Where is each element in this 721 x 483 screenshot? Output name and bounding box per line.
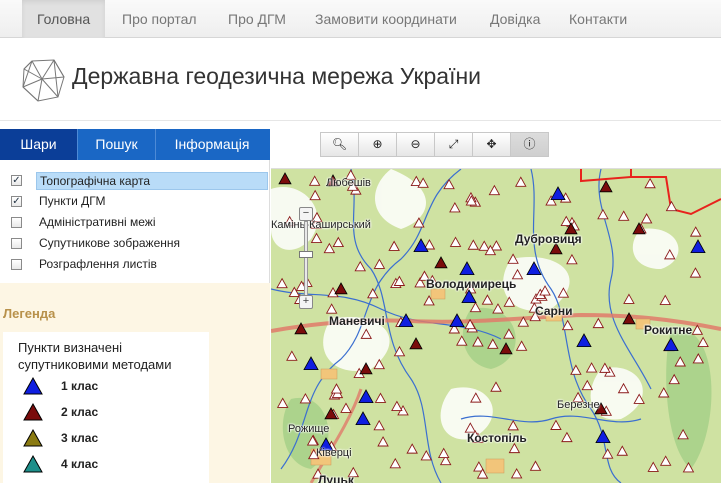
zoom-in-button[interactable]: ⊕ [358, 132, 397, 157]
expand-icon: ⤢ [448, 137, 459, 151]
pan-button[interactable]: ✥ [472, 132, 511, 157]
place-label: Рожище [288, 423, 330, 435]
zoom-handle[interactable] [299, 251, 313, 258]
legend-title: Легенда [3, 306, 56, 321]
layer-item-sheet-grid: Розграфлення листів [0, 254, 270, 275]
nav-order-coordinates[interactable]: Замовити координати [300, 0, 472, 38]
layer-label[interactable]: Адміністративні межі [36, 214, 158, 230]
info-icon: ⓘ [523, 137, 536, 151]
zoom-slider[interactable]: − + [299, 207, 313, 311]
layer-item-admin-borders: Адміністративні межі [0, 212, 270, 233]
panel-tabs: Шари Пошук Інформація [0, 129, 270, 160]
full-extent-button[interactable]: ⤢ [434, 132, 473, 157]
tab-info[interactable]: Інформація [156, 129, 268, 160]
legend-item-label: 1 клас [61, 379, 99, 393]
nav-home[interactable]: Головна [22, 0, 106, 38]
dark-red-triangle-icon [23, 403, 43, 421]
zoom-plus-button[interactable]: + [299, 295, 313, 309]
layer-checkbox[interactable] [11, 217, 22, 228]
zoom-track[interactable] [304, 221, 308, 297]
layer-checkbox[interactable]: ✓ [11, 175, 22, 186]
legend-caption: Пункти визначені супутниковими методами [18, 340, 172, 372]
place-label: Маневичі [329, 314, 385, 328]
place-label: Рокитне [644, 323, 693, 337]
olive-triangle-icon [23, 429, 43, 447]
left-panel: Шари Пошук Інформація ✓ Топографічна кар… [0, 129, 270, 483]
info-button[interactable]: ⓘ [510, 132, 549, 157]
legend-item-label: 2 клас [61, 405, 99, 419]
place-label: Володимирець [426, 277, 517, 291]
tab-layers[interactable]: Шари [0, 129, 77, 160]
place-label: Любешів [326, 177, 371, 189]
site-header: Державна геодезична мережа України [0, 39, 721, 121]
layer-list: ✓ Топографічна карта ✓ Пункти ДГМ Адміні… [0, 170, 270, 275]
magnifier-icon: 🔍︎ [331, 137, 348, 151]
layer-checkbox[interactable] [11, 238, 22, 249]
map-toolbar: 🔍︎ ⊕ ⊖ ⤢ ✥ ⓘ [320, 132, 549, 157]
zoom-in-icon: ⊕ [372, 137, 383, 151]
layer-item-topo-map: ✓ Топографічна карта [0, 170, 270, 191]
blue-triangle-icon [23, 377, 43, 395]
layer-checkbox[interactable] [11, 259, 22, 270]
legend-panel: Легенда Пункти визначені супутниковими м… [0, 283, 270, 483]
layer-label[interactable]: Пункти ДГМ [36, 193, 109, 209]
nav-about-portal[interactable]: Про портал [107, 0, 212, 38]
move-icon: ✥ [486, 137, 497, 151]
layer-checkbox[interactable]: ✓ [11, 196, 22, 207]
page-title: Державна геодезична мережа України [72, 63, 482, 89]
teal-triangle-icon [23, 455, 43, 473]
tab-search[interactable]: Пошук [78, 129, 155, 160]
layer-label[interactable]: Супутникове зображення [36, 235, 183, 251]
place-label: Луцьк [318, 473, 354, 483]
layer-item-dgm-points: ✓ Пункти ДГМ [0, 191, 270, 212]
place-label: Дубровиця [515, 232, 582, 246]
top-navbar: Головна Про портал Про ДГМ Замовити коор… [0, 0, 721, 38]
zoom-extent-button[interactable]: 🔍︎ [320, 132, 359, 157]
legend-item-label: 4 клас [61, 457, 99, 471]
zoom-out-button[interactable]: ⊖ [396, 132, 435, 157]
legend-item-label: 3 клас [61, 431, 99, 445]
nav-about-dgm[interactable]: Про ДГМ [213, 0, 301, 38]
place-label: Ківерці [316, 447, 352, 459]
layer-label[interactable]: Топографічна карта [36, 172, 268, 190]
map-view[interactable]: Любешів Камінь-Каширський Дубровиця Воло… [271, 129, 721, 483]
legend-box: Пункти визначені супутниковими методами … [3, 332, 209, 483]
place-label: Костопіль [467, 431, 527, 445]
place-label: Камінь-Каширський [271, 219, 371, 231]
geodesic-network-logo[interactable] [20, 57, 66, 103]
nav-help[interactable]: Довідка [475, 0, 555, 38]
nav-contacts[interactable]: Контакти [554, 0, 642, 38]
place-label: Березне [557, 399, 600, 411]
layer-label[interactable]: Розграфлення листів [36, 256, 160, 272]
place-label: Сарни [535, 304, 573, 318]
layer-item-satellite: Супутникове зображення [0, 233, 270, 254]
zoom-out-icon: ⊖ [410, 137, 421, 151]
zoom-minus-button[interactable]: − [299, 207, 313, 221]
